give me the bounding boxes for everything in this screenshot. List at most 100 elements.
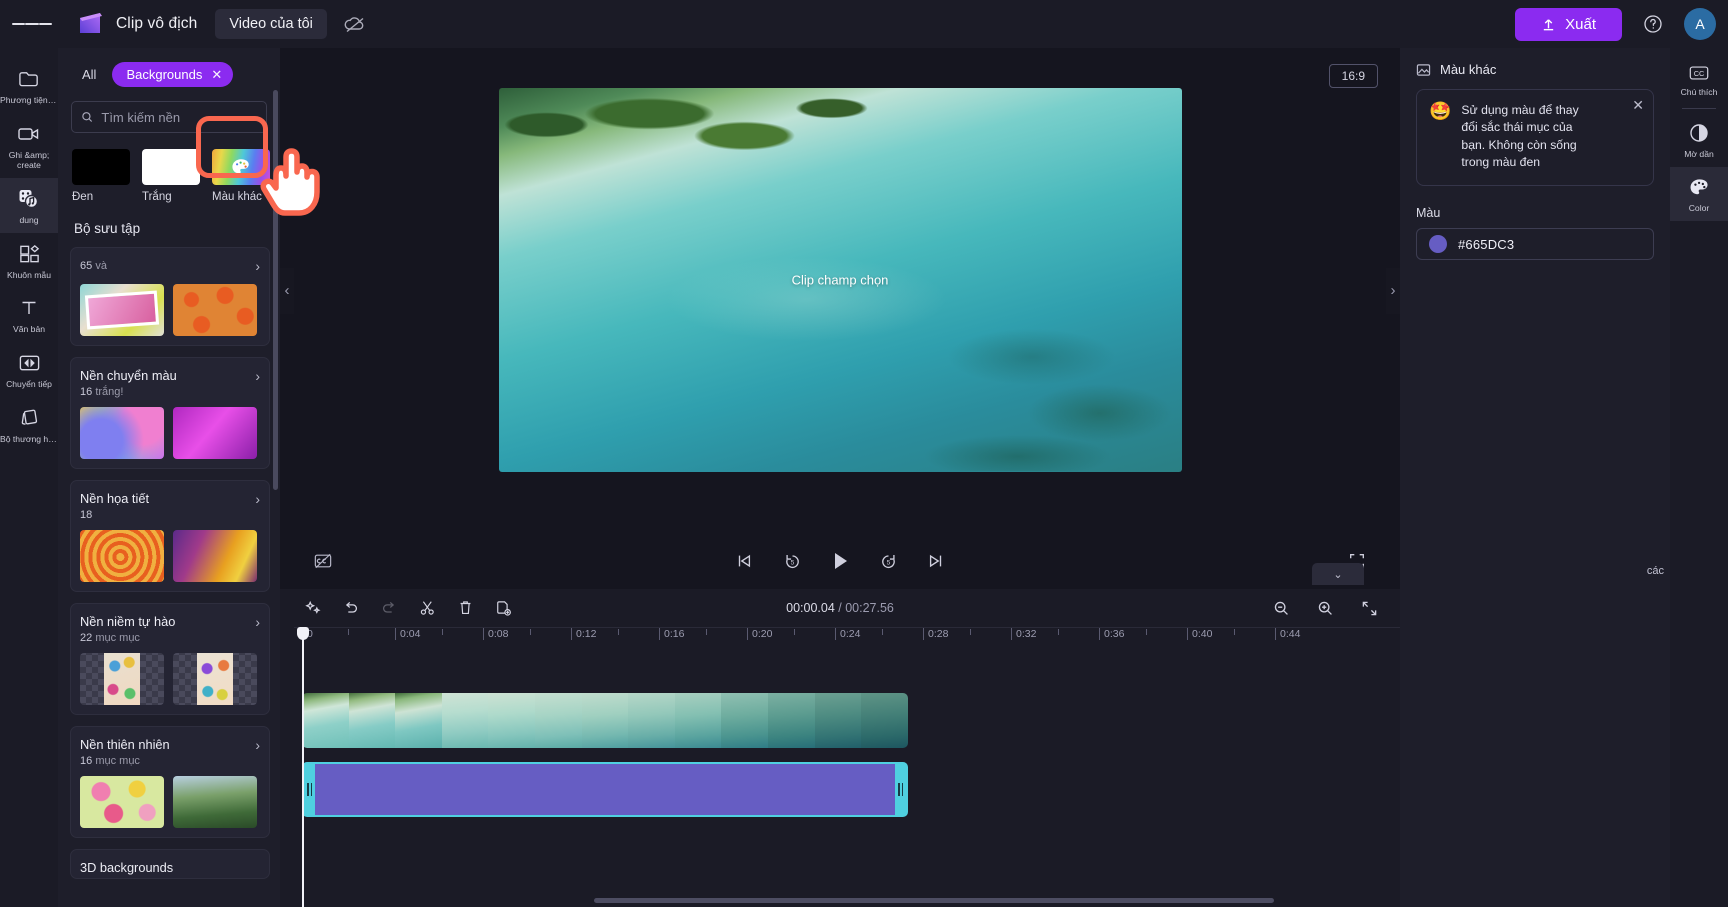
swatch-black[interactable]: Đen bbox=[72, 149, 130, 203]
export-button[interactable]: Xuất bbox=[1515, 7, 1622, 41]
color-palette-icon bbox=[1690, 179, 1708, 195]
top-bar: Clip vô địch Video của tôi Xuất A bbox=[0, 0, 1728, 48]
rewind-5-icon[interactable]: 5 bbox=[775, 544, 809, 578]
collection-thumb[interactable] bbox=[173, 775, 257, 828]
chip-all[interactable]: All bbox=[76, 63, 102, 86]
cloud-off-icon[interactable] bbox=[341, 10, 369, 38]
panel-collapse-left-icon[interactable]: ‹ bbox=[280, 267, 294, 314]
skip-to-start-icon[interactable] bbox=[727, 544, 761, 578]
sidebar-item-transitions[interactable]: Chuyển tiếp bbox=[0, 342, 58, 397]
collection-thumb[interactable] bbox=[173, 283, 257, 336]
delete-trash-icon[interactable] bbox=[450, 593, 480, 623]
collection-thumb[interactable] bbox=[173, 529, 257, 582]
help-icon[interactable] bbox=[1636, 7, 1670, 41]
duplicate-icon[interactable] bbox=[488, 593, 518, 623]
sidebar-item-brand-kit[interactable]: Bộ thương hiệu bbox=[0, 397, 58, 452]
fit-timeline-icon[interactable] bbox=[1354, 593, 1384, 623]
video-camera-icon bbox=[16, 122, 42, 146]
undo-icon[interactable] bbox=[336, 593, 366, 623]
forward-5-icon[interactable]: 5 bbox=[871, 544, 905, 578]
collection-card[interactable]: Nền thiên nhiên 16 mục mục › bbox=[70, 725, 270, 838]
ruler-tick-minor bbox=[442, 628, 446, 640]
trim-handle-right[interactable] bbox=[895, 764, 906, 815]
zoom-out-icon[interactable] bbox=[1266, 593, 1296, 623]
chevron-right-icon[interactable]: › bbox=[251, 368, 260, 385]
skip-to-end-icon[interactable] bbox=[919, 544, 953, 578]
color-value-field[interactable]: #665DC3 bbox=[1416, 228, 1654, 261]
edge-label: các bbox=[1646, 565, 1664, 577]
color-clip[interactable] bbox=[302, 762, 908, 817]
captions-off-icon[interactable] bbox=[306, 544, 340, 578]
chevron-right-icon[interactable]: › bbox=[251, 737, 260, 754]
right-rail-item-fade[interactable]: Mờ dần bbox=[1670, 112, 1728, 167]
avatar[interactable]: A bbox=[1684, 8, 1716, 40]
transition-icon bbox=[16, 351, 42, 375]
play-button[interactable] bbox=[823, 544, 857, 578]
chip-backgrounds[interactable]: Backgrounds ✕ bbox=[112, 62, 234, 87]
collection-thumb[interactable] bbox=[80, 283, 164, 336]
panel-collapse-right-icon[interactable]: › bbox=[1386, 267, 1400, 314]
sidebar-label: Ghi &amp; create bbox=[8, 150, 50, 170]
search-input[interactable] bbox=[101, 109, 257, 125]
total-time: / 00:27.56 bbox=[838, 601, 894, 615]
color-swatch-row: Đen Trắng Màu khác bbox=[58, 133, 280, 203]
collection-thumb[interactable] bbox=[80, 529, 164, 582]
ruler-tick: 0:08 bbox=[483, 628, 508, 640]
timeline-collapse-button[interactable]: ⌄ bbox=[1312, 563, 1364, 585]
timeline-horizontal-scrollbar[interactable] bbox=[594, 898, 1274, 903]
sidebar-item-text[interactable]: Văn bản bbox=[0, 287, 58, 342]
panel-scrollbar[interactable] bbox=[273, 90, 278, 490]
collection-thumb[interactable] bbox=[173, 406, 257, 459]
trim-handle-left[interactable] bbox=[304, 764, 315, 815]
ruler-tick: 0:16 bbox=[659, 628, 684, 640]
ruler-tick-minor bbox=[618, 628, 622, 640]
sidebar-item-your-media[interactable]: Phương tiện của bạn bbox=[0, 58, 58, 113]
tip-text: Sử dụng màu để thay đổi sắc thái mục của… bbox=[1461, 103, 1579, 169]
collection-card[interactable]: 3D backgrounds bbox=[70, 848, 270, 879]
collection-thumb[interactable] bbox=[173, 652, 257, 705]
timeline-ruler[interactable]: 0 0:04 0:08 0:12 0:16 0:20 0:24 0:28 0:3… bbox=[294, 627, 1400, 649]
chevron-right-icon[interactable]: › bbox=[251, 491, 260, 508]
aspect-ratio-badge[interactable]: 16:9 bbox=[1328, 64, 1378, 88]
search-background-field[interactable] bbox=[71, 101, 267, 133]
swatch-other-color-label: Màu khác bbox=[212, 191, 262, 203]
right-rail-item-captions[interactable]: CC Chú thích bbox=[1670, 54, 1728, 105]
properties-panel: Màu khác 🤩 Sử dụng màu để thay đổi sắc t… bbox=[1400, 48, 1670, 907]
collection-card[interactable]: Nền chuyển màu 16 trắng! › bbox=[70, 356, 270, 469]
collection-card[interactable]: 65 và › bbox=[70, 247, 270, 346]
collection-thumb[interactable] bbox=[80, 652, 164, 705]
close-icon[interactable]: ✕ bbox=[1632, 98, 1644, 112]
collection-title: 3D backgrounds bbox=[80, 859, 174, 875]
ruler-tick-minor bbox=[1234, 628, 1238, 640]
video-clip[interactable] bbox=[302, 693, 908, 748]
left-rail: Phương tiện của bạn Ghi &amp; create bbox=[0, 48, 58, 907]
chevron-right-icon[interactable]: › bbox=[251, 614, 260, 631]
zoom-in-icon[interactable] bbox=[1310, 593, 1340, 623]
sidebar-item-templates[interactable]: Khuôn mẫu bbox=[0, 233, 58, 288]
magic-wand-icon[interactable] bbox=[298, 593, 328, 623]
tip-callout: 🤩 Sử dụng màu để thay đổi sắc thái mục c… bbox=[1416, 89, 1654, 187]
swatch-other-color[interactable]: Màu khác bbox=[212, 149, 270, 203]
collection-card[interactable]: Nền họa tiết 18 › bbox=[70, 479, 270, 592]
menu-hamburger-icon[interactable] bbox=[12, 4, 52, 44]
collection-thumb[interactable] bbox=[80, 775, 164, 828]
chevron-right-icon[interactable]: › bbox=[251, 258, 260, 275]
swatch-other-color-box bbox=[212, 149, 270, 185]
collection-scroll-area[interactable]: 65 và › Nền chuyển màu 16 trắng! › Nền h… bbox=[58, 236, 280, 907]
video-preview-stage[interactable]: Clip champ chọn bbox=[498, 87, 1182, 472]
timeline-tracks[interactable] bbox=[294, 627, 1400, 907]
collection-card[interactable]: Nền niềm tự hào 22 mục mục › bbox=[70, 602, 270, 715]
sidebar-item-record-create[interactable]: Ghi &amp; create bbox=[0, 113, 58, 178]
sidebar-label: dung bbox=[19, 215, 39, 225]
clip-frame bbox=[348, 693, 396, 748]
redo-icon[interactable] bbox=[374, 593, 404, 623]
clip-frame bbox=[441, 693, 489, 748]
swatch-white[interactable]: Trắng bbox=[142, 149, 200, 203]
right-rail-item-color[interactable]: Color bbox=[1670, 167, 1728, 221]
collection-thumb[interactable] bbox=[80, 406, 164, 459]
close-icon[interactable]: ✕ bbox=[211, 68, 222, 81]
split-scissors-icon[interactable] bbox=[412, 593, 442, 623]
my-video-tab[interactable]: Video của tôi bbox=[215, 9, 327, 39]
sidebar-item-content[interactable]: dung bbox=[0, 177, 58, 233]
collection-title: Nền niềm tự hào bbox=[80, 613, 176, 629]
